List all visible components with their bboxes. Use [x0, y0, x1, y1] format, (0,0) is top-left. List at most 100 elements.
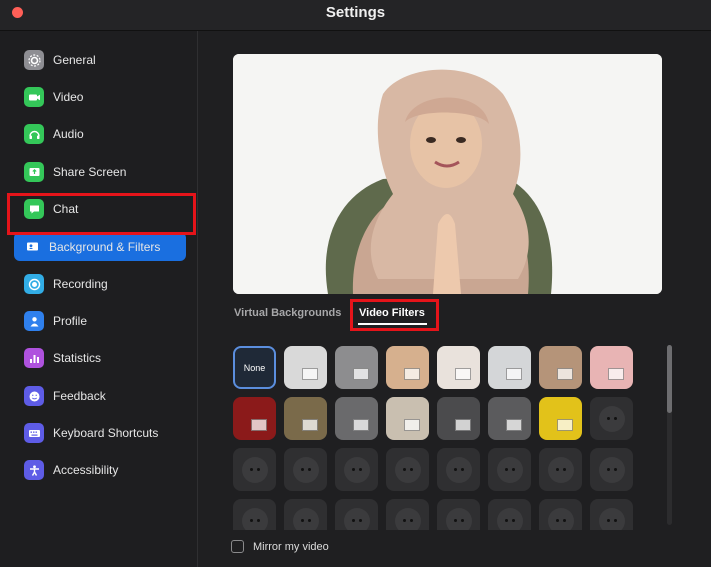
filter-cream-frame[interactable]	[437, 346, 480, 389]
sidebar-item-video[interactable]: Video	[24, 85, 83, 109]
frame-preview-icon	[251, 419, 267, 431]
window-title: Settings	[325, 4, 386, 21]
filter-crown-spikes[interactable]	[386, 499, 429, 530]
frame-preview-icon	[455, 368, 471, 380]
scrollbar-thumb[interactable]	[667, 345, 672, 413]
frame-preview-icon	[404, 368, 420, 380]
frame-preview-icon	[353, 368, 369, 380]
frame-preview-icon	[557, 419, 573, 431]
annotation-highlight-tab	[350, 299, 439, 331]
filter-mouse-ears[interactable]	[590, 448, 633, 491]
sidebar-item-label: Profile	[53, 314, 88, 328]
frame-preview-icon	[557, 368, 573, 380]
filter-grid-scrollbar[interactable]	[667, 345, 672, 525]
smiley-icon	[24, 386, 44, 406]
face-icon	[598, 456, 625, 483]
filter-vintage-tv[interactable]	[437, 397, 480, 440]
sidebar-item-label: Statistics	[53, 351, 102, 365]
filter-police-cap[interactable]	[386, 448, 429, 491]
filter-face-mask[interactable]	[488, 448, 531, 491]
face-icon	[598, 507, 625, 530]
sidebar-item-label: Background & Filters	[49, 239, 161, 254]
sidebar-item-share-screen[interactable]: Share Screen	[24, 160, 126, 184]
filter-plain-face[interactable]	[539, 499, 582, 530]
sidebar-item-accessibility[interactable]: Accessibility	[24, 458, 118, 482]
sidebar-item-keyboard-shortcuts[interactable]: Keyboard Shortcuts	[24, 421, 158, 445]
frame-preview-icon	[506, 368, 522, 380]
face-icon	[547, 507, 574, 530]
mirror-video-checkbox[interactable]	[231, 540, 244, 553]
face-icon	[445, 456, 472, 483]
filter-pink-frame[interactable]	[590, 346, 633, 389]
annotation-highlight-sidebar	[7, 193, 196, 235]
face-icon	[343, 456, 370, 483]
frame-preview-icon	[455, 419, 471, 431]
sidebar-item-label: Accessibility	[53, 463, 119, 477]
filter-bunny-ears[interactable]	[284, 499, 327, 530]
sidebar-item-audio[interactable]: Audio	[24, 122, 84, 146]
video-filter-grid: None	[232, 345, 664, 530]
sidebar-item-feedback[interactable]: Feedback	[24, 384, 106, 408]
filter-none[interactable]: None	[233, 346, 276, 389]
filter-halo[interactable]	[437, 448, 480, 491]
face-icon	[394, 456, 421, 483]
sidebar-item-label: Share Screen	[53, 165, 127, 179]
filter-detective-hat[interactable]	[590, 499, 633, 530]
person-card-icon	[24, 238, 40, 255]
sidebar-item-general[interactable]: General	[24, 48, 96, 72]
sidebar-item-label: Video	[53, 90, 84, 104]
face-icon	[496, 507, 523, 530]
face-icon	[394, 507, 421, 530]
filter-gold-flower-frame[interactable]	[539, 397, 582, 440]
face-icon	[343, 507, 370, 530]
filter-red-curtain[interactable]	[233, 397, 276, 440]
filter-none-label: None	[243, 362, 266, 373]
video-preview	[233, 54, 662, 294]
face-icon	[292, 456, 319, 483]
filter-retro-tv[interactable]	[284, 397, 327, 440]
gear-icon	[24, 50, 44, 70]
face-icon	[241, 507, 268, 530]
sidebar-item-statistics[interactable]: Statistics	[24, 346, 101, 370]
filter-white-frame[interactable]	[284, 346, 327, 389]
bar-chart-icon	[24, 348, 44, 368]
filter-reindeer-antlers[interactable]	[233, 499, 276, 530]
sidebar-item-background-filters[interactable]: Background & Filters	[14, 232, 186, 261]
filter-unicorn-horn[interactable]	[335, 499, 378, 530]
record-circle-icon	[24, 274, 44, 294]
headphones-icon	[24, 124, 44, 144]
filter-tan-frame[interactable]	[386, 346, 429, 389]
face-icon	[292, 507, 319, 530]
filter-silver-frame[interactable]	[488, 346, 531, 389]
filter-rainbow-visor[interactable]	[284, 448, 327, 491]
frame-preview-icon	[404, 419, 420, 431]
video-camera-icon	[24, 87, 44, 107]
frame-preview-icon	[353, 419, 369, 431]
keyboard-icon	[24, 423, 44, 443]
share-screen-icon	[24, 162, 44, 182]
sidebar-item-profile[interactable]: Profile	[24, 309, 87, 333]
accessibility-icon	[24, 460, 44, 480]
sidebar-item-recording[interactable]: Recording	[24, 272, 108, 296]
filter-gray-frame[interactable]	[335, 346, 378, 389]
filter-sunglasses[interactable]	[590, 397, 633, 440]
filter-red-beret[interactable]	[488, 499, 531, 530]
mirror-video-label: Mirror my video	[253, 540, 329, 553]
sidebar-item-label: Feedback	[53, 389, 106, 403]
sidebar-item-label: Recording	[53, 277, 108, 291]
filter-sprout[interactable]	[233, 448, 276, 491]
title-bar: Settings	[0, 0, 711, 31]
mirror-video-option[interactable]: Mirror my video	[231, 540, 329, 553]
filter-mirror-frame[interactable]	[386, 397, 429, 440]
filter-brown-frame[interactable]	[539, 346, 582, 389]
filter-medical-mask[interactable]	[539, 448, 582, 491]
frame-preview-icon	[608, 368, 624, 380]
filter-graduation-cap[interactable]	[437, 499, 480, 530]
filter-portrait-frame[interactable]	[488, 397, 531, 440]
tab-virtual-backgrounds[interactable]: Virtual Backgrounds	[234, 307, 341, 319]
frame-preview-icon	[506, 419, 522, 431]
sidebar-item-label: Audio	[53, 127, 84, 141]
filter-party-hat[interactable]	[335, 448, 378, 491]
filter-viewfinder[interactable]	[335, 397, 378, 440]
frame-preview-icon	[302, 419, 318, 431]
